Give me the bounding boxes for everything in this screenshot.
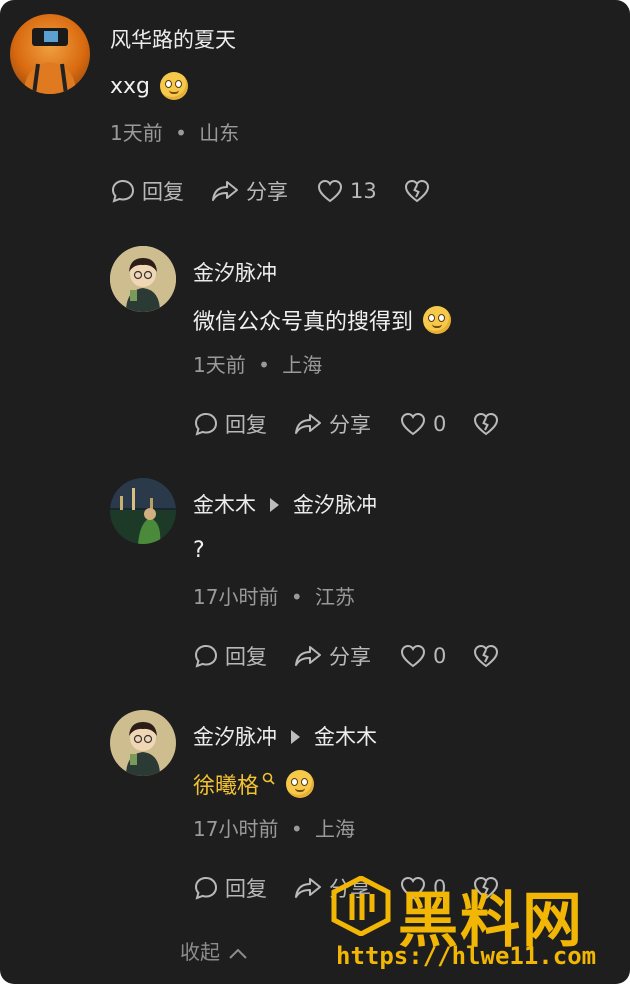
- reply-button[interactable]: 回复: [193, 409, 267, 439]
- heart-icon: [400, 644, 426, 668]
- like-button[interactable]: 0: [399, 411, 446, 437]
- dislike-button[interactable]: [472, 411, 500, 437]
- location: 上海: [314, 817, 355, 841]
- chevron-up-icon: [229, 948, 248, 959]
- comment-actions: 回复 分享 0: [193, 641, 500, 671]
- comment-panel: 风华路的夏天 xxg 1天前 • 山东 回复 分享 13 金汐脉冲 微信公众号真…: [0, 0, 630, 984]
- share-label: 分享: [329, 645, 371, 669]
- commenter-name[interactable]: 金汐脉冲: [193, 257, 277, 287]
- comment-meta: 1天前 • 上海: [193, 349, 322, 378]
- timestamp: 1天前: [193, 353, 246, 377]
- watermark-url: https://hlwe11.com: [336, 942, 597, 970]
- reply-button[interactable]: 回复: [110, 176, 184, 206]
- author-name[interactable]: 金汐脉冲: [193, 725, 277, 749]
- location: 江苏: [314, 585, 355, 609]
- search-link-text[interactable]: 徐曦格: [193, 768, 259, 800]
- share-label: 分享: [246, 180, 288, 204]
- avatar[interactable]: [10, 14, 90, 94]
- timestamp: 17小时前: [193, 817, 279, 841]
- comment-meta: 17小时前 • 江苏: [193, 581, 355, 610]
- comment-text-content: 微信公众号真的搜得到: [193, 310, 414, 335]
- broken-heart-icon: [474, 644, 499, 668]
- commenter-name[interactable]: 金木木 金汐脉冲: [193, 489, 377, 519]
- comment-text: ?: [193, 538, 205, 563]
- share-icon: [295, 414, 321, 434]
- author-name[interactable]: 金木木: [193, 493, 256, 517]
- commenter-name[interactable]: 风华路的夏天: [110, 24, 236, 54]
- collapse-label: 收起: [180, 940, 220, 964]
- comment-actions: 回复 分享 13: [110, 176, 431, 206]
- comment-text-content: xxg: [110, 73, 151, 99]
- heart-icon: [400, 412, 426, 436]
- location: 山东: [199, 121, 240, 145]
- comment-meta: 1天前 • 山东: [110, 117, 239, 146]
- avatar[interactable]: [110, 478, 176, 544]
- reply-to-arrow-icon: [291, 730, 300, 744]
- comment-meta: 17小时前 • 上海: [193, 813, 355, 842]
- dislike-button[interactable]: [403, 178, 431, 204]
- avatar[interactable]: [110, 710, 176, 776]
- reply-label: 回复: [225, 645, 267, 669]
- dizzy-face-emoji-icon: [160, 72, 189, 100]
- timestamp: 1天前: [110, 121, 163, 145]
- like-count: 0: [433, 644, 447, 668]
- broken-heart-icon: [474, 412, 499, 436]
- like-button[interactable]: 13: [316, 178, 377, 204]
- location: 上海: [282, 353, 323, 377]
- comment-actions: 回复 分享 0: [193, 409, 500, 439]
- share-button[interactable]: 分享: [293, 641, 371, 671]
- avatar[interactable]: [110, 246, 176, 312]
- share-button[interactable]: 分享: [210, 176, 288, 206]
- collapse-replies-button[interactable]: 收起: [180, 936, 248, 965]
- share-icon: [295, 878, 321, 898]
- reply-label: 回复: [142, 180, 184, 204]
- watermark-logo-icon: [331, 876, 391, 936]
- meta-separator: •: [175, 121, 187, 145]
- share-icon: [212, 181, 238, 201]
- search-small-icon[interactable]: [262, 772, 276, 786]
- reply-button[interactable]: 回复: [193, 641, 267, 671]
- timestamp: 17小时前: [193, 585, 279, 609]
- reply-label: 回复: [225, 413, 267, 437]
- comment-text: 微信公众号真的搜得到: [193, 304, 452, 336]
- comment-text: 徐曦格: [193, 768, 315, 800]
- reply-to-name[interactable]: 金木木: [314, 725, 377, 749]
- commenter-name[interactable]: 金汐脉冲 金木木: [193, 721, 377, 751]
- heart-icon: [317, 179, 343, 203]
- reply-label: 回复: [225, 877, 267, 901]
- share-label: 分享: [329, 413, 371, 437]
- like-count: 13: [350, 179, 377, 203]
- comment-icon: [194, 876, 218, 900]
- reply-to-name[interactable]: 金汐脉冲: [293, 493, 377, 517]
- site-watermark: 黑料网 https://hlwe11.com: [330, 872, 630, 984]
- comment-icon: [111, 179, 135, 203]
- dislike-button[interactable]: [472, 643, 500, 669]
- drooling-face-emoji-icon: [286, 770, 315, 798]
- broken-heart-icon: [404, 179, 429, 203]
- comment-text-content: ?: [193, 538, 205, 563]
- meta-separator: •: [290, 585, 303, 609]
- reply-to-arrow-icon: [270, 498, 279, 512]
- like-count: 0: [433, 412, 447, 436]
- drooling-face-emoji-icon: [423, 306, 452, 334]
- comment-text: xxg: [110, 72, 189, 100]
- comment-icon: [194, 412, 218, 436]
- meta-separator: •: [290, 817, 303, 841]
- like-button[interactable]: 0: [399, 643, 446, 669]
- share-button[interactable]: 分享: [293, 409, 371, 439]
- reply-button[interactable]: 回复: [193, 873, 267, 903]
- comment-icon: [194, 644, 218, 668]
- meta-separator: •: [258, 353, 270, 377]
- share-icon: [295, 646, 321, 666]
